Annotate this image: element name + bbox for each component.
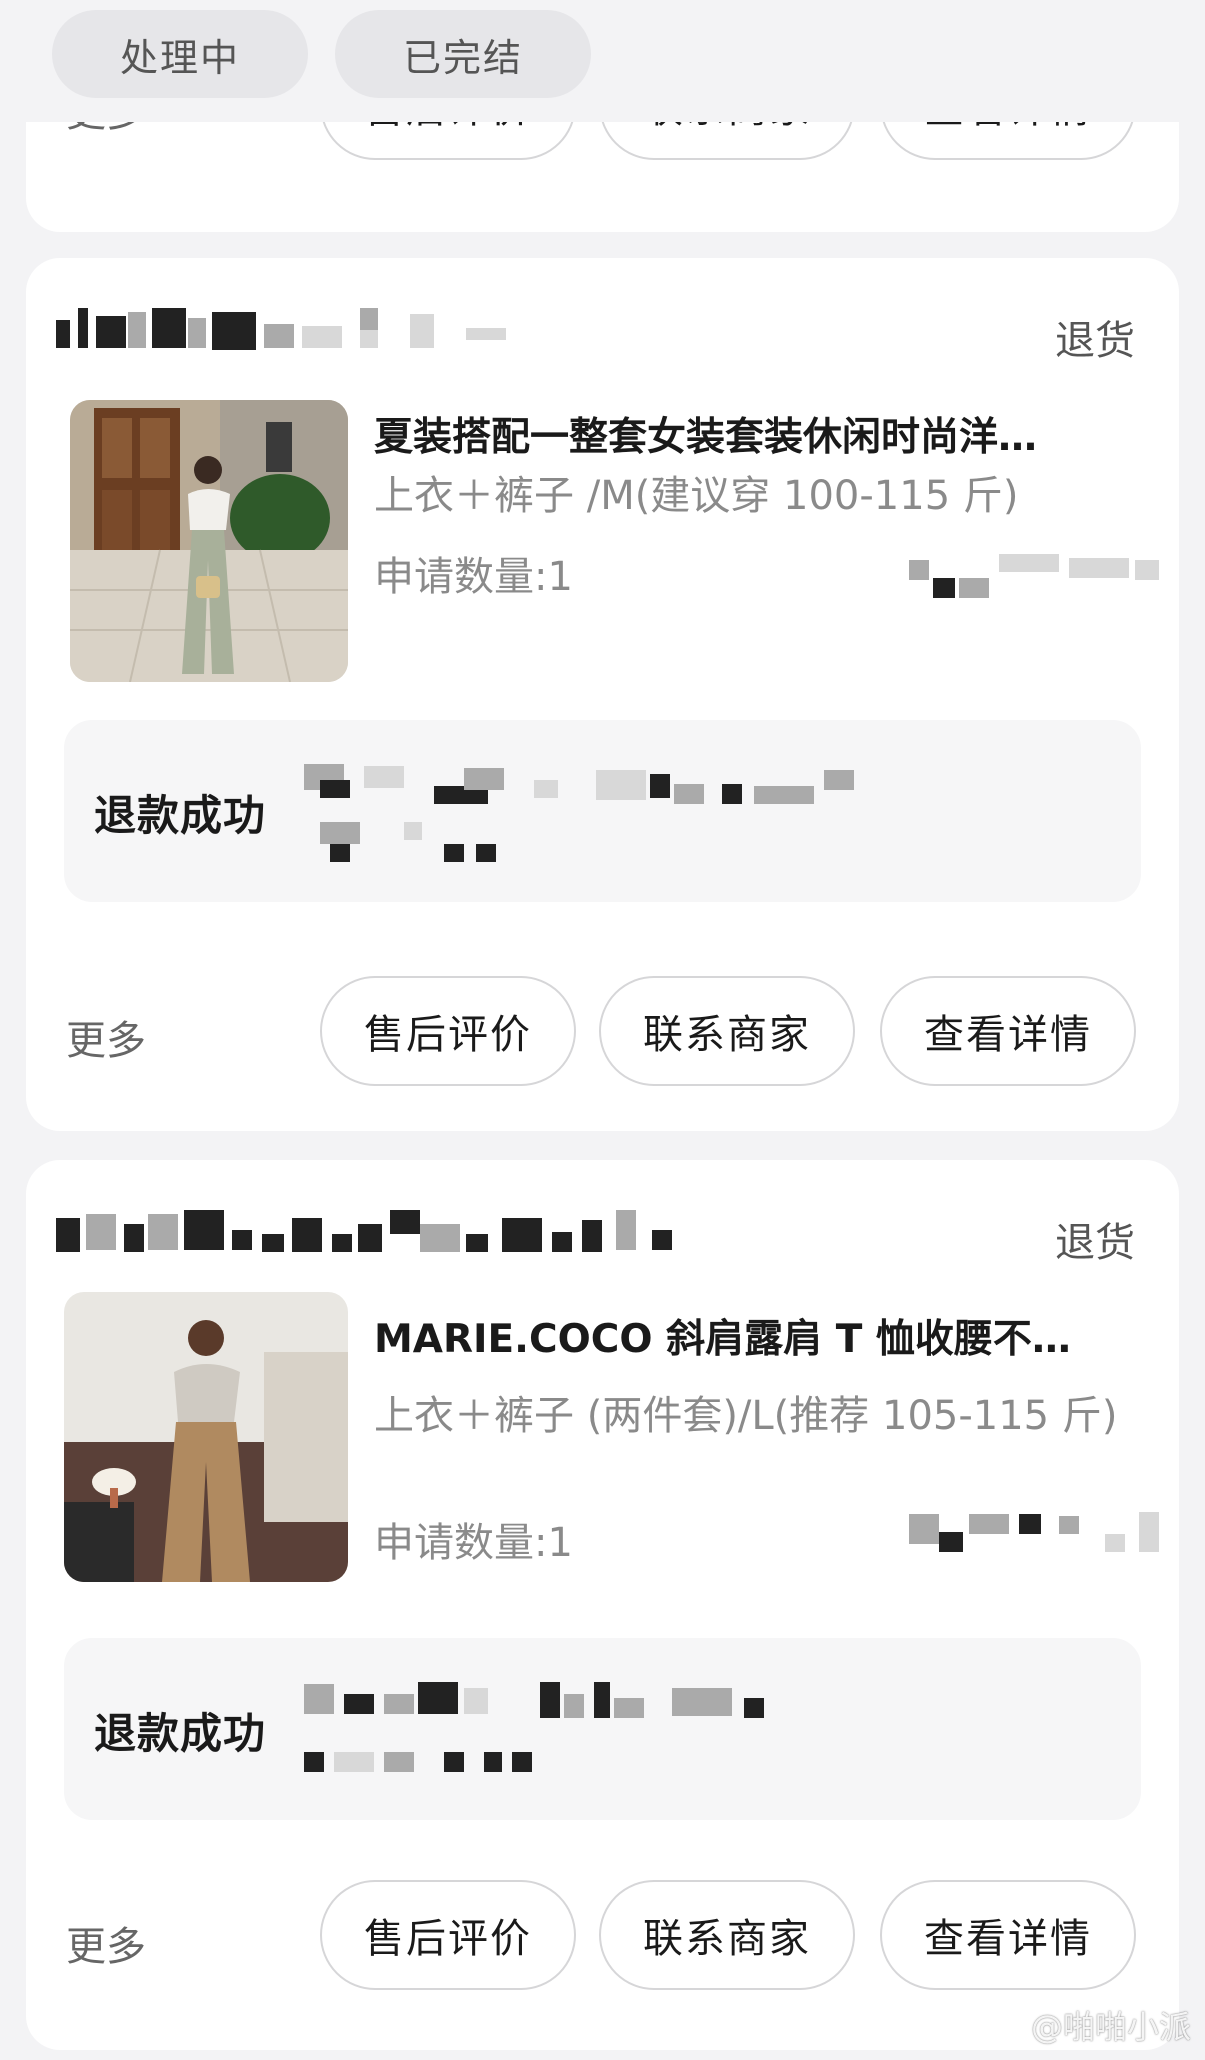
status-tab-bar: 处理中 已完结 (0, 0, 1205, 122)
after-sale-review-button[interactable]: 售后评价 (320, 976, 576, 1086)
product-thumbnail[interactable] (64, 1292, 348, 1582)
order-card: 退货 MARIE.COCO 斜肩露肩 T 恤收腰不… 上衣＋裤子 (两件套)/L… (26, 1160, 1179, 2050)
product-spec: 上衣＋裤子 (两件套)/L(推荐 105-115 斤) (374, 1393, 1118, 1439)
weibo-watermark: @啪啪小派 (989, 2002, 1191, 2048)
weibo-logo-icon (989, 2006, 1025, 2044)
product-photo-icon (70, 400, 348, 682)
request-quantity: 申请数量:1 (374, 1520, 573, 1566)
refund-detail-blurred (304, 760, 944, 870)
product-title[interactable]: MARIE.COCO 斜肩露肩 T 恤收腰不… (374, 1308, 1154, 1364)
product-thumbnail[interactable] (70, 400, 348, 682)
after-sale-review-button[interactable]: 售后评价 (320, 1880, 576, 1990)
return-type-tag: 退货 (1055, 318, 1135, 364)
order-card: 退货 夏装搭配一整套女装套装休闲时尚洋… 上衣＋裤子 /M(建议穿 100-11… (26, 258, 1179, 1131)
store-name-blurred (56, 1210, 696, 1254)
product-spec: 上衣＋裤子 /M(建议穿 100-115 斤) (374, 473, 1019, 519)
return-type-tag: 退货 (1055, 1220, 1135, 1266)
refund-status: 退款成功 (94, 791, 267, 840)
refund-detail-blurred (304, 1678, 944, 1788)
product-title[interactable]: 夏装搭配一整套女装套装休闲时尚洋… (374, 406, 1154, 462)
price-blurred (909, 550, 1169, 598)
contact-merchant-button[interactable]: 联系商家 (599, 1880, 855, 1990)
tab-completed[interactable]: 已完结 (335, 10, 591, 98)
watermark-text: @啪啪小派 (1030, 2008, 1191, 2046)
refund-status-panel[interactable]: 退款成功 (64, 1638, 1141, 1820)
tab-processing[interactable]: 处理中 (52, 10, 308, 98)
view-details-button[interactable]: 查看详情 (880, 1880, 1136, 1990)
refund-status: 退款成功 (94, 1709, 267, 1758)
contact-merchant-button[interactable]: 联系商家 (599, 976, 855, 1086)
more-link[interactable]: 更多 (66, 1008, 146, 1066)
more-link[interactable]: 更多 (66, 1914, 146, 1972)
price-blurred (909, 1508, 1169, 1556)
request-quantity: 申请数量:1 (374, 554, 573, 600)
store-name-blurred (56, 308, 616, 352)
product-photo-icon (64, 1292, 348, 1582)
refund-status-panel[interactable]: 退款成功 (64, 720, 1141, 902)
view-details-button[interactable]: 查看详情 (880, 976, 1136, 1086)
